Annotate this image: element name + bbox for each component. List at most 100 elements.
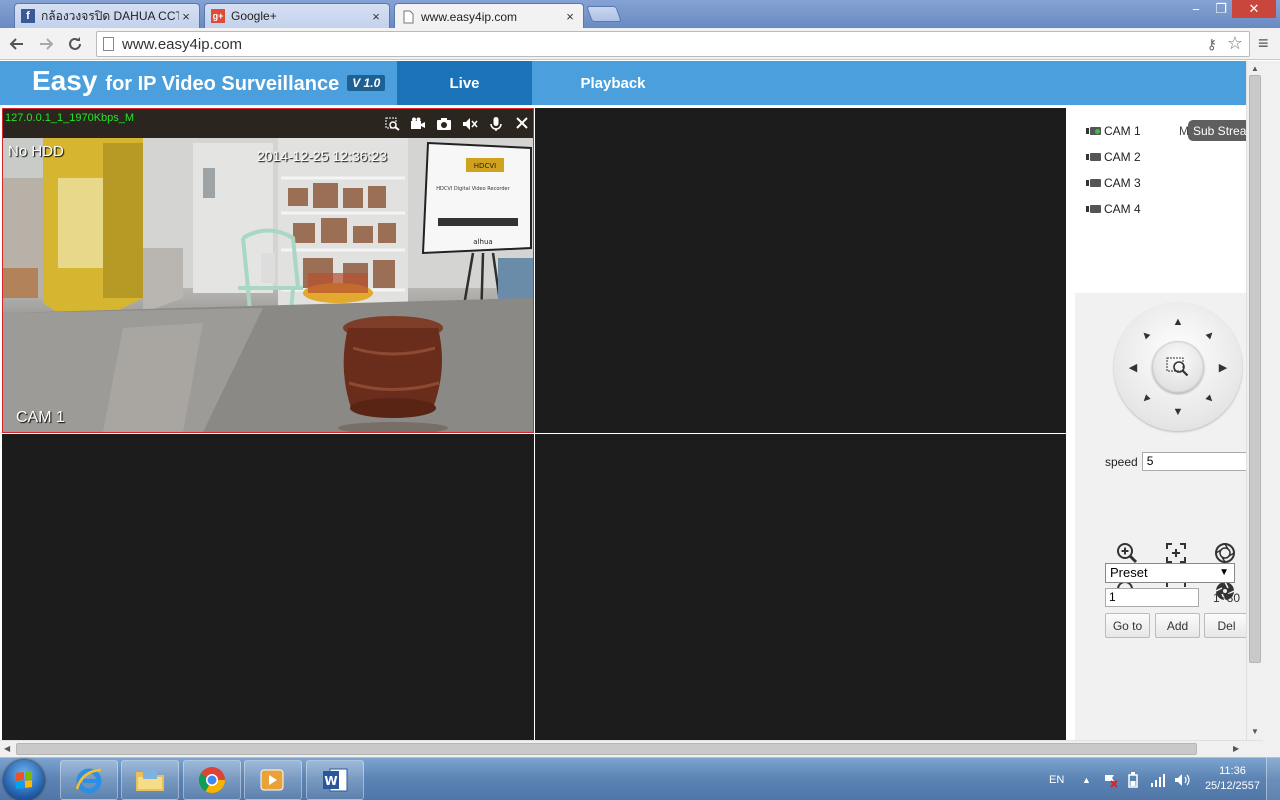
tab-close-icon[interactable]: ×	[179, 9, 193, 24]
maximize-icon[interactable]: ❐	[1207, 0, 1235, 18]
scroll-up-icon[interactable]: ▲	[1251, 64, 1259, 73]
language-indicator[interactable]: EN	[1049, 758, 1064, 800]
ptz-down-right-icon[interactable]: ▼	[1200, 389, 1220, 409]
camera-icon	[1086, 153, 1102, 161]
new-tab-button[interactable]	[586, 6, 622, 22]
forward-icon[interactable]	[34, 32, 58, 56]
add-preset-button[interactable]: Add	[1155, 613, 1200, 638]
scroll-down-icon[interactable]: ▼	[1251, 727, 1259, 736]
address-bar[interactable]: www.easy4ip.com ⚷ ☆	[96, 31, 1250, 57]
ptz-up-left-icon[interactable]: ▲	[1136, 325, 1156, 345]
minimize-icon[interactable]: −	[1182, 0, 1210, 18]
preset-select-value: Preset	[1110, 565, 1148, 580]
camera-item-4[interactable]: CAM 4	[1086, 201, 1141, 217]
zoom-region-icon[interactable]	[384, 117, 400, 134]
close-window-icon[interactable]: ✕	[1232, 0, 1276, 18]
chrome-icon[interactable]	[183, 760, 241, 800]
camera-item-2[interactable]: CAM 2	[1086, 149, 1141, 165]
nav-playback[interactable]: Playback	[532, 61, 694, 105]
focus-near-icon[interactable]	[1164, 541, 1188, 565]
camera-item-3[interactable]: CAM 3	[1086, 175, 1141, 191]
scroll-right-icon[interactable]: ▶	[1233, 744, 1239, 753]
sub-stream-tooltip[interactable]: Sub Strea	[1188, 120, 1246, 141]
video-channel-label: CAM 1	[16, 409, 65, 426]
ptz-up-right-icon[interactable]: ▲	[1200, 325, 1220, 345]
ptz-down-icon[interactable]: ▼	[1171, 405, 1185, 419]
show-desktop-button[interactable]	[1266, 758, 1280, 800]
word-icon[interactable]: W	[306, 760, 364, 800]
facebook-icon: f	[21, 9, 35, 23]
tab-title: www.easy4ip.com	[421, 9, 518, 24]
microphone-icon[interactable]	[488, 117, 504, 134]
internet-explorer-icon[interactable]	[60, 760, 118, 800]
camera-label: CAM 4	[1104, 202, 1141, 216]
vertical-scrollbar[interactable]: ▲ ▼	[1246, 61, 1263, 740]
close-video-icon[interactable]	[514, 117, 530, 134]
camera-item-1[interactable]: CAM 1	[1086, 123, 1141, 139]
speed-row: speed 5	[1105, 452, 1246, 471]
show-hidden-icons-icon[interactable]: ▲	[1082, 758, 1091, 800]
preset-select[interactable]: Preset ▼	[1105, 563, 1235, 583]
scrollbar-corner	[1263, 61, 1280, 757]
ptz-down-left-icon[interactable]: ▼	[1136, 389, 1156, 409]
svg-text:W: W	[324, 774, 337, 788]
clock-date: 25/12/2557	[1204, 780, 1260, 792]
camera-label: CAM 3	[1104, 176, 1141, 190]
tab-close-icon[interactable]: ×	[369, 9, 383, 24]
logo-easy: Easy	[32, 65, 98, 96]
preset-number-input[interactable]: 1	[1105, 588, 1199, 607]
video-window-1[interactable]: 127.0.0.1_1_1970Kbps_M HDCVI HDCVI Digit…	[2, 108, 534, 433]
tab-facebook[interactable]: f กล้องวงจรปิด DAHUA CCTV ×	[14, 3, 200, 28]
video-window-4[interactable]	[535, 434, 1066, 740]
windows-start-icon[interactable]	[4, 760, 44, 800]
speed-input[interactable]: 5	[1141, 452, 1246, 471]
camera-label: CAM 1	[1104, 124, 1141, 138]
action-center-icon[interactable]	[1102, 758, 1118, 800]
goto-preset-button[interactable]: Go to	[1105, 613, 1150, 638]
network-signal-icon[interactable]	[1150, 758, 1166, 800]
tab-close-icon[interactable]: ×	[563, 9, 577, 24]
version-badge: V 1.0	[347, 75, 386, 91]
ptz-panel: ▲ ▼ ◀ ▶ ▲ ▲ ▼ ▼ speed 5 Preset ▼ 1 1~80 …	[1075, 293, 1246, 740]
camera-online-icon	[1086, 127, 1102, 135]
media-player-icon[interactable]	[244, 760, 302, 800]
video-window-3[interactable]	[2, 434, 534, 740]
video-window-2[interactable]	[535, 108, 1066, 433]
file-explorer-icon[interactable]	[121, 760, 179, 800]
vertical-scroll-thumb[interactable]	[1249, 75, 1261, 663]
key-icon[interactable]: ⚷	[1207, 36, 1217, 53]
app-logo: Easy for IP Video Surveillance V 1.0	[32, 65, 386, 97]
ptz-left-icon[interactable]: ◀	[1126, 360, 1140, 374]
reload-icon[interactable]	[63, 32, 87, 56]
system-clock[interactable]: 11:36 25/12/2557	[1205, 764, 1260, 794]
tab-google-plus[interactable]: g+ Google+ ×	[204, 3, 390, 28]
nav-live[interactable]: Live	[397, 61, 532, 105]
ptz-3d-position-icon[interactable]	[1152, 341, 1204, 393]
tab-easy4ip[interactable]: www.easy4ip.com ×	[394, 3, 584, 29]
page-icon	[103, 37, 114, 51]
scroll-left-icon[interactable]: ◀	[4, 744, 10, 753]
delete-preset-button[interactable]: Del	[1204, 613, 1246, 638]
page-icon	[401, 10, 415, 24]
app-header: Easy for IP Video Surveillance V 1.0 Liv…	[0, 61, 1246, 105]
zoom-in-icon[interactable]	[1115, 541, 1139, 565]
snapshot-icon[interactable]	[436, 117, 452, 134]
camera-icon	[1086, 179, 1102, 187]
power-icon[interactable]	[1126, 758, 1140, 800]
iris-open-icon[interactable]	[1213, 541, 1237, 565]
horizontal-scroll-thumb[interactable]	[16, 743, 1197, 755]
video-toolbar-icons	[384, 117, 530, 134]
record-icon[interactable]	[410, 117, 426, 134]
bookmark-star-icon[interactable]: ☆	[1227, 33, 1243, 54]
ptz-up-icon[interactable]: ▲	[1171, 315, 1185, 329]
horizontal-scrollbar[interactable]: ◀ ▶	[0, 740, 1263, 757]
volume-icon[interactable]	[1174, 758, 1190, 800]
tab-title: กล้องวงจรปิด DAHUA CCTV	[41, 8, 179, 23]
back-icon[interactable]	[5, 32, 29, 56]
audio-mute-icon[interactable]	[462, 117, 478, 134]
ptz-right-icon[interactable]: ▶	[1216, 360, 1230, 374]
svg-text:HDCVI: HDCVI	[474, 162, 496, 170]
menu-icon[interactable]: ≡	[1258, 34, 1274, 52]
browser-toolbar: www.easy4ip.com ⚷ ☆ ≡	[0, 28, 1280, 60]
windows-taskbar: W EN ▲ 11:36 25/12/2557	[0, 757, 1280, 800]
